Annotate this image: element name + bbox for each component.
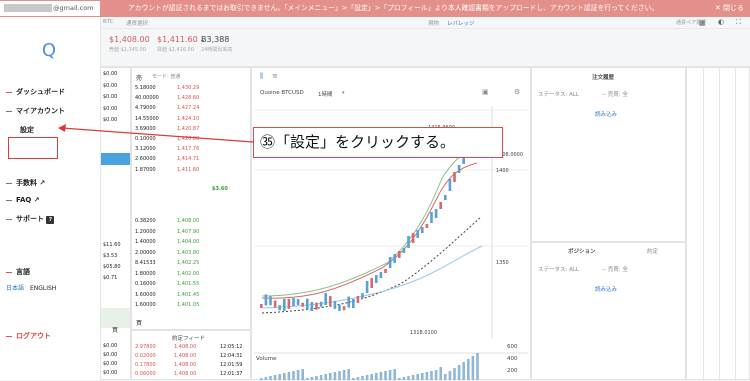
annotation-arrow [58, 124, 254, 143]
arrow-head-icon [58, 124, 66, 132]
arrow-line [61, 127, 254, 143]
instruction-callout: ㉟「設定」をクリックする。 [253, 127, 503, 158]
